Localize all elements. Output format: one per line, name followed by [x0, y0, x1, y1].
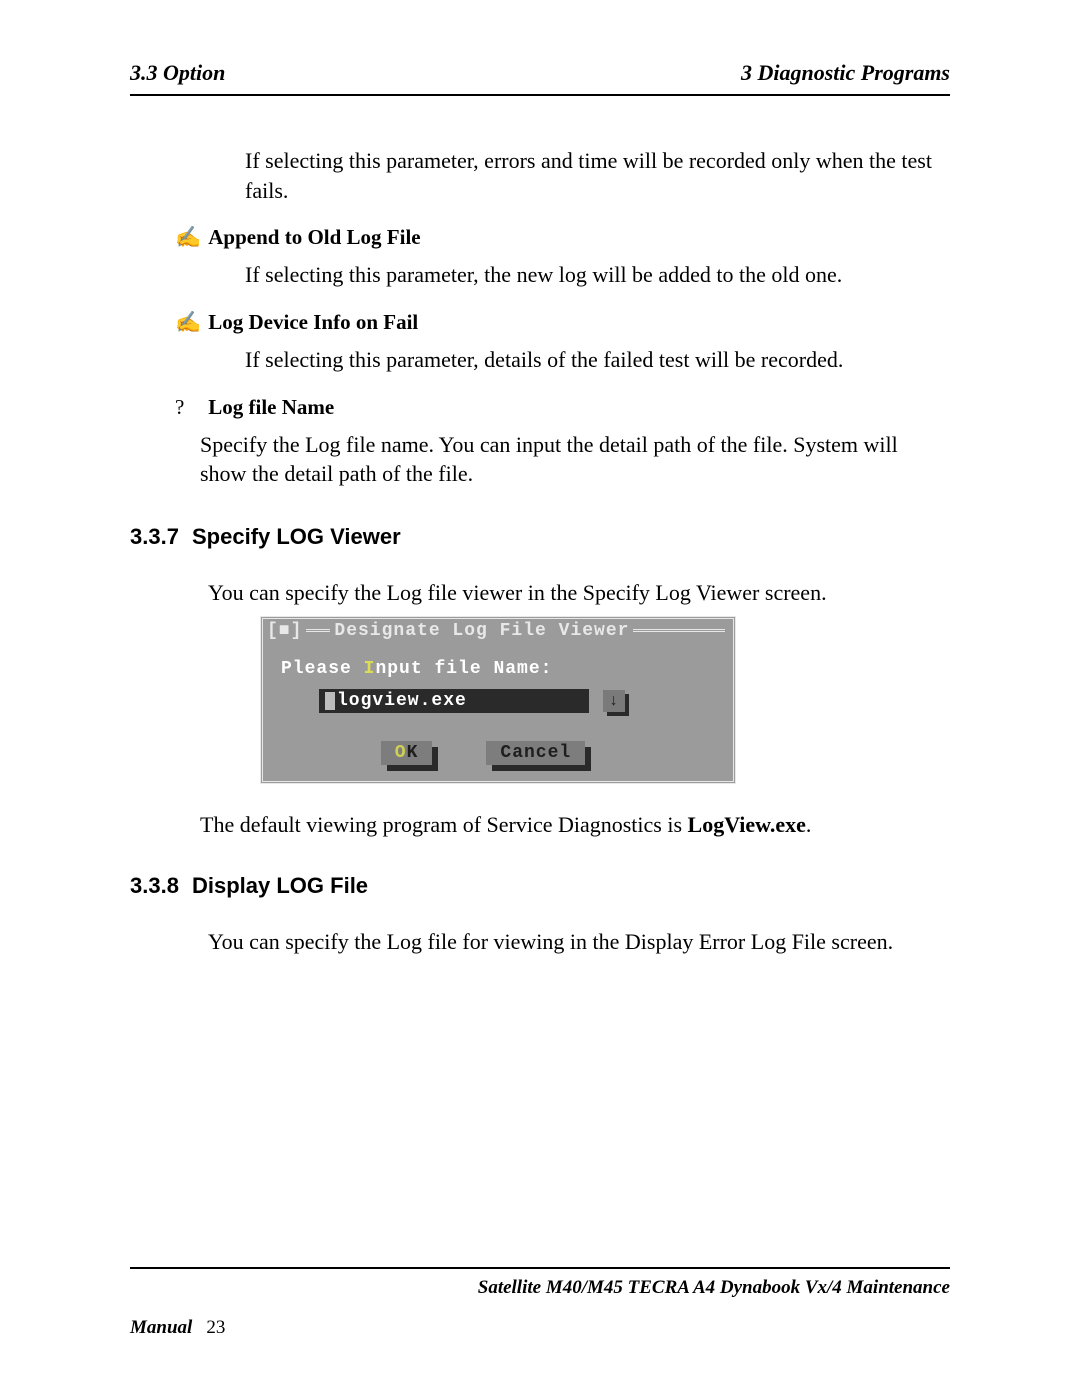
cancel-button[interactable]: Cancel	[486, 741, 585, 765]
bullet-devinfo-desc: If selecting this parameter, details of …	[245, 345, 950, 375]
header-rule	[130, 94, 950, 96]
text: .	[806, 812, 812, 837]
footer-rule	[130, 1267, 950, 1269]
dialog-title: Designate Log File Viewer	[334, 621, 629, 641]
section-number: 3.3.7	[130, 524, 192, 550]
section-title: Specify LOG Viewer	[192, 524, 401, 549]
question-icon: ?	[175, 395, 203, 420]
bullet-devinfo: ✍ Log Device Info on Fail	[175, 310, 950, 335]
bullet-label: Log file Name	[208, 395, 334, 419]
bullet-label: Append to Old Log File	[208, 225, 420, 249]
chevron-down-icon: ↓	[609, 692, 620, 710]
bullet-logfilename-desc: Specify the Log file name. You can input…	[200, 430, 940, 489]
intro-paragraph: If selecting this parameter, errors and …	[245, 146, 950, 205]
bullet-label: Log Device Info on Fail	[208, 310, 418, 334]
after-dialog-text: The default viewing program of Service D…	[200, 812, 950, 838]
prompt-hotkey: I	[364, 659, 376, 679]
filename-value: logview.exe	[337, 691, 467, 711]
prompt-text: nput file Name:	[375, 659, 552, 679]
cancel-label: Cancel	[500, 743, 571, 763]
bullet-append: ✍ Append to Old Log File	[175, 225, 950, 250]
ok-rest: K	[407, 743, 419, 763]
page-number: 23	[206, 1317, 225, 1338]
section-337-lead: You can specify the Log file viewer in t…	[208, 578, 950, 608]
footer-label: Manual	[130, 1317, 192, 1338]
close-icon[interactable]: [■]	[267, 621, 302, 641]
filename-input[interactable]: logview.exe	[319, 689, 589, 713]
section-338-heading: 3.3.8Display LOG File	[130, 873, 950, 899]
header-left: 3.3 Option	[130, 60, 225, 86]
pencil-icon: ✍	[175, 225, 203, 250]
section-title: Display LOG File	[192, 873, 368, 898]
text-cursor-icon	[325, 692, 335, 710]
running-header: 3.3 Option 3 Diagnostic Programs	[130, 60, 950, 94]
page: 3.3 Option 3 Diagnostic Programs If sele…	[0, 0, 1080, 1397]
running-footer: Satellite M40/M45 TECRA A4 Dynabook Vx/4…	[130, 1267, 950, 1339]
filename-input-row: logview.exe ↓	[319, 689, 733, 713]
header-right: 3 Diagnostic Programs	[741, 60, 950, 86]
dialog-prompt: Please Input file Name:	[263, 641, 733, 689]
history-dropdown-button[interactable]: ↓	[603, 690, 625, 712]
section-number: 3.3.8	[130, 873, 192, 899]
dialog-titlebar: [■] Designate Log File Viewer	[263, 619, 733, 641]
default-viewer-name: LogView.exe	[688, 812, 806, 837]
ok-button[interactable]: OK	[381, 741, 433, 765]
dialog-button-row: OK Cancel	[263, 741, 703, 765]
bullet-append-desc: If selecting this parameter, the new log…	[245, 260, 950, 290]
footer-left: Manual 23	[130, 1317, 950, 1339]
ok-hotkey: O	[395, 743, 407, 763]
text: The default viewing program of Service D…	[200, 812, 688, 837]
pencil-icon: ✍	[175, 310, 203, 335]
section-337-heading: 3.3.7Specify LOG Viewer	[130, 524, 950, 550]
section-338-lead: You can specify the Log file for viewing…	[208, 927, 950, 957]
bullet-logfilename: ? Log file Name	[175, 395, 950, 420]
prompt-text: Please	[281, 659, 364, 679]
log-viewer-dialog: [■] Designate Log File Viewer Please Inp…	[260, 616, 736, 784]
log-viewer-dialog-wrap: [■] Designate Log File Viewer Please Inp…	[260, 616, 950, 784]
footer-right: Satellite M40/M45 TECRA A4 Dynabook Vx/4…	[130, 1277, 950, 1299]
